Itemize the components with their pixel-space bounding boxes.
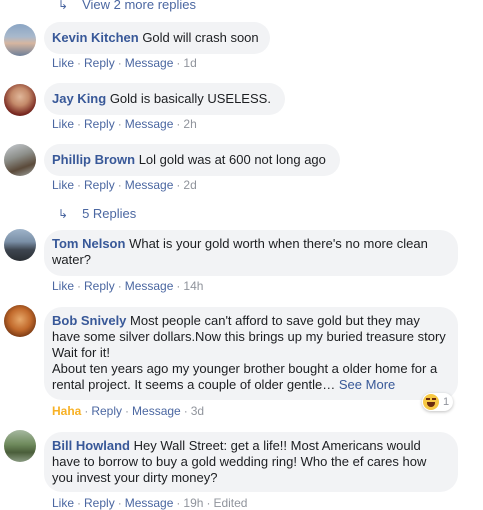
comment-author[interactable]: Phillip Brown xyxy=(52,152,135,167)
comment-author[interactable]: Kevin Kitchen xyxy=(52,30,139,45)
message-button[interactable]: Message xyxy=(125,496,174,510)
comment-text: Lol gold was at 600 not long ago xyxy=(138,152,326,167)
timestamp[interactable]: 2h xyxy=(183,117,196,131)
comment-author[interactable]: Jay King xyxy=(52,91,106,106)
comment-actions: Like · Reply · Message · 14h xyxy=(52,279,204,293)
avatar[interactable] xyxy=(4,305,36,337)
comment-author[interactable]: Tom Nelson xyxy=(52,236,125,251)
comment-actions: Haha · Reply · Message · 3d xyxy=(52,404,205,418)
reply-button[interactable]: Reply xyxy=(84,496,115,510)
avatar[interactable] xyxy=(4,84,36,116)
reaction-summary[interactable]: 1 xyxy=(422,393,454,411)
message-button[interactable]: Message xyxy=(125,117,174,131)
message-button[interactable]: Message xyxy=(125,56,174,70)
comment-text: Gold is basically USELESS. xyxy=(109,91,271,106)
timestamp[interactable]: 19h xyxy=(183,496,203,510)
comment-actions: Like · Reply · Message · 2d xyxy=(52,178,197,192)
like-button[interactable]: Like xyxy=(52,279,74,293)
comment-bubble: Bill Howland Hey Wall Street: get a life… xyxy=(44,432,458,492)
haha-emoji-icon xyxy=(423,394,439,410)
haha-reaction-button[interactable]: Haha xyxy=(52,404,81,418)
message-button[interactable]: Message xyxy=(125,279,174,293)
reply-button[interactable]: Reply xyxy=(84,117,115,131)
comment-actions: Like · Reply · Message · 1d xyxy=(52,56,197,70)
reaction-count: 1 xyxy=(443,396,450,408)
comment-author[interactable]: Bob Snively xyxy=(52,313,126,328)
reply-button[interactable]: Reply xyxy=(91,404,122,418)
timestamp[interactable]: 3d xyxy=(191,404,204,418)
comment-bubble: Jay King Gold is basically USELESS. xyxy=(44,83,285,115)
message-button[interactable]: Message xyxy=(125,178,174,192)
comment-bubble: Tom Nelson What is your gold worth when … xyxy=(44,230,458,276)
replies-label: 5 Replies xyxy=(82,206,137,221)
comment-author[interactable]: Bill Howland xyxy=(52,438,130,453)
timestamp[interactable]: 2d xyxy=(183,178,196,192)
comment-bubble: Bob Snively Most people can't afford to … xyxy=(44,307,458,400)
reply-arrow-icon: ↳ xyxy=(58,0,69,12)
see-more-link[interactable]: See More xyxy=(339,377,395,392)
view-more-replies-label: View 2 more replies xyxy=(82,0,196,12)
reply-arrow-icon: ↳ xyxy=(58,206,69,221)
like-button[interactable]: Like xyxy=(52,117,74,131)
reply-button[interactable]: Reply xyxy=(84,56,115,70)
view-replies-link[interactable]: ↳ 5 Replies xyxy=(58,206,136,221)
reply-button[interactable]: Reply xyxy=(84,178,115,192)
avatar[interactable] xyxy=(4,430,36,462)
comment-actions: Like · Reply · Message · 2h xyxy=(52,117,197,131)
view-more-replies-link[interactable]: ↳ View 2 more replies xyxy=(58,0,196,12)
reply-button[interactable]: Reply xyxy=(84,279,115,293)
timestamp[interactable]: 14h xyxy=(183,279,203,293)
message-button[interactable]: Message xyxy=(132,404,181,418)
like-button[interactable]: Like xyxy=(52,178,74,192)
comment-bubble: Phillip Brown Lol gold was at 600 not lo… xyxy=(44,144,340,176)
like-button[interactable]: Like xyxy=(52,496,74,510)
timestamp[interactable]: 1d xyxy=(183,56,196,70)
edited-label[interactable]: Edited xyxy=(213,496,247,510)
comment-actions: Like · Reply · Message · 19h · Edited xyxy=(52,496,248,510)
like-button[interactable]: Like xyxy=(52,56,74,70)
comment-text: Gold will crash soon xyxy=(142,30,259,45)
comment-bubble: Kevin Kitchen Gold will crash soon xyxy=(44,22,270,54)
avatar[interactable] xyxy=(4,144,36,176)
avatar[interactable] xyxy=(4,229,36,261)
avatar[interactable] xyxy=(4,24,36,56)
